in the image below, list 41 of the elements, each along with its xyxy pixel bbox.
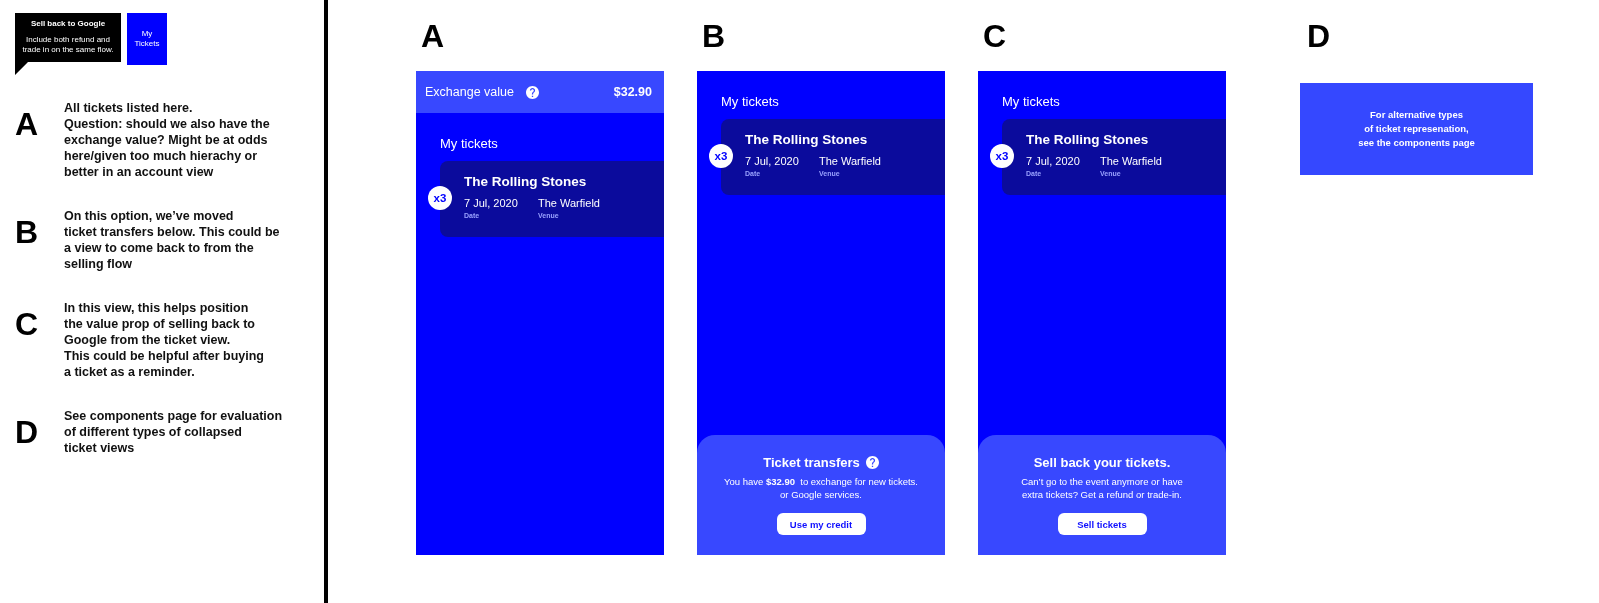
frame-letter: B <box>701 18 727 54</box>
field-value: The Warfield <box>819 154 882 168</box>
frame-letter: C <box>982 18 1008 54</box>
callout-text: Include both refund and trade in on the same flow. <box>22 35 114 55</box>
event-title: The Rolling Stones <box>464 173 588 191</box>
field-value: 7 Jul, 2020 <box>1026 154 1081 168</box>
field-value: 7 Jul, 2020 <box>464 196 519 210</box>
quantity-badge: x3 <box>709 144 733 168</box>
callout-title: Sell back to Google <box>30 19 106 29</box>
help-icon[interactable] <box>525 85 539 99</box>
note-text: See components page for evaluation of different types of collapsed ticket views <box>64 408 284 456</box>
tile-label: My Tickets <box>134 29 160 49</box>
section-title: My tickets <box>440 136 499 152</box>
field-value: The Warfield <box>538 196 601 210</box>
note-text: On this option, we’ve moved ticket transfers below. This could be a view to come back to from the selling flow <box>64 208 281 272</box>
event-title: The Rolling Stones <box>1026 131 1150 149</box>
note-text: All tickets listed here. Question: should we also have the exchange value? Might be at odds here/given too much hierachy or better in an account view <box>64 100 271 180</box>
sheet-title: Ticket transfers <box>763 454 860 470</box>
event-title: The Rolling Stones <box>745 131 869 149</box>
field-value: 7 Jul, 2020 <box>745 154 800 168</box>
exchange-amount: $32.90 <box>613 85 652 99</box>
exchange-label: Exchange value <box>425 85 514 99</box>
sheet-text: You have $32.90 to exchange for new tickets. or Google services. <box>724 476 918 501</box>
frame-letter: A <box>420 18 446 54</box>
note-letter: D <box>15 416 40 448</box>
note-text: In this view, this helps position the value prop of selling back to Google from the ticket view. This could be helpful after buying a ticket as a reminder. <box>64 300 265 380</box>
help-icon[interactable] <box>865 455 879 469</box>
info-text: For alternative types of ticket represenation, see the components page <box>1358 108 1475 150</box>
field-value: The Warfield <box>1100 154 1163 168</box>
note-letter: C <box>15 308 40 340</box>
note-letter: B <box>15 216 40 248</box>
quantity-badge: x3 <box>428 186 452 210</box>
action-button[interactable]: Use my credit <box>776 513 866 535</box>
section-title: My tickets <box>1002 94 1061 110</box>
sheet-title: Sell back your tickets. <box>1033 454 1171 470</box>
sheet-text: Can’t go to the event anymore or have extra tickets? Get a refund or trade-in. <box>1021 476 1183 501</box>
quantity-badge: x3 <box>990 144 1014 168</box>
section-title: My tickets <box>721 94 780 110</box>
note-letter: A <box>15 108 40 140</box>
frame-letter: D <box>1306 18 1332 54</box>
action-button[interactable]: Sell tickets <box>1057 513 1147 535</box>
